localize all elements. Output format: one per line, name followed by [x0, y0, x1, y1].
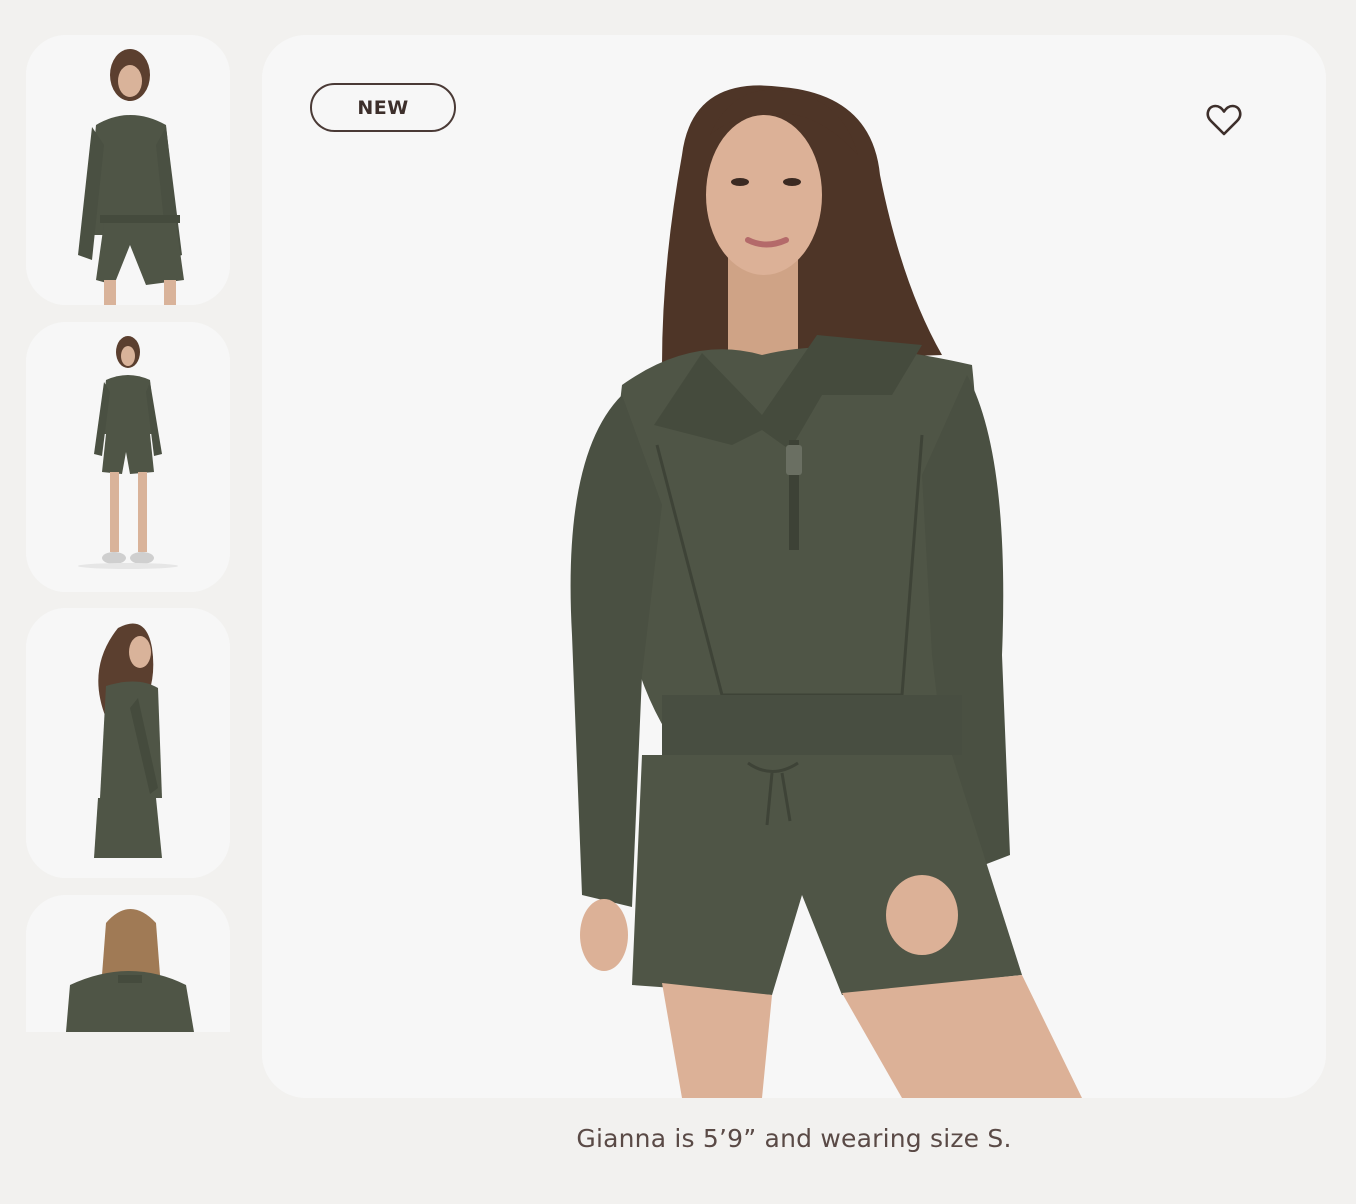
thumbnail-back[interactable] — [26, 895, 230, 1032]
thumbnail-front[interactable] — [26, 35, 230, 305]
thumbnail-side[interactable] — [26, 608, 230, 878]
new-badge: NEW — [310, 83, 456, 132]
product-gallery: NEW Gianna is 5’9” and wearing size S. — [0, 0, 1356, 1204]
model-photo — [262, 35, 1326, 1098]
model-size-caption: Gianna is 5’9” and wearing size S. — [576, 1124, 1012, 1153]
heart-icon[interactable] — [1206, 103, 1242, 137]
main-product-image[interactable]: NEW — [262, 35, 1326, 1098]
thumbnail-full-body[interactable] — [26, 322, 230, 592]
thumbnail-side-image — [26, 608, 230, 878]
thumbnail-front-image — [26, 35, 230, 305]
thumbnail-full-body-image — [26, 322, 230, 592]
thumbnail-back-image — [26, 895, 230, 1032]
